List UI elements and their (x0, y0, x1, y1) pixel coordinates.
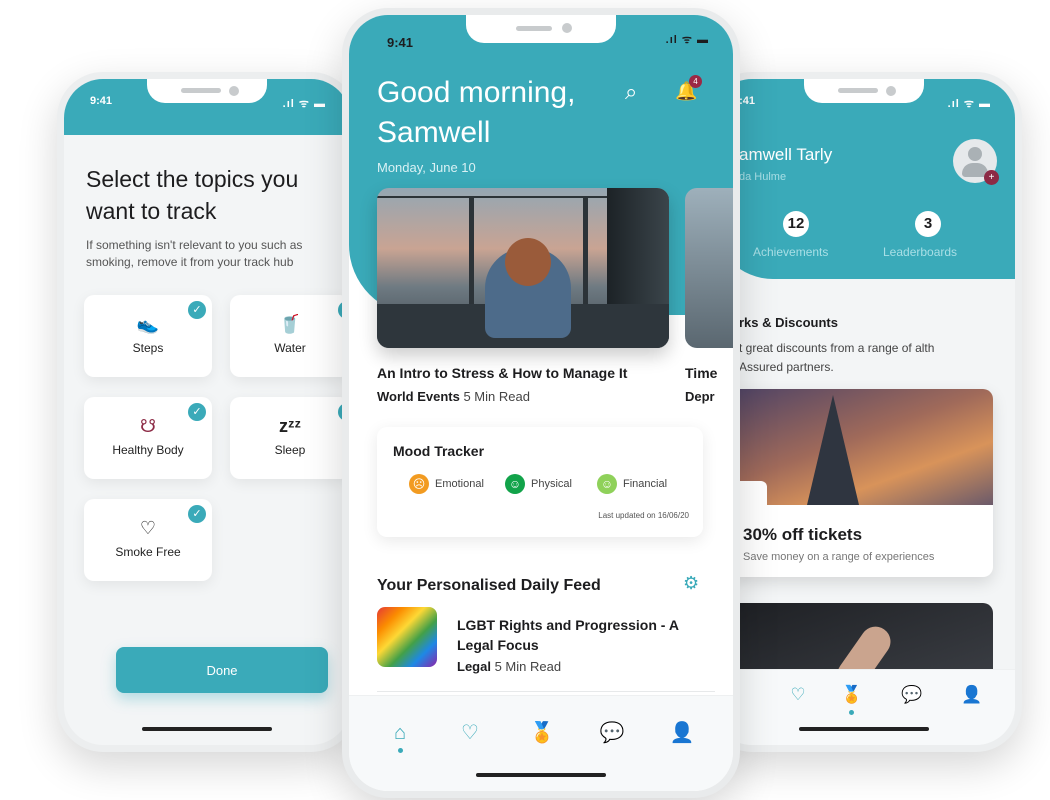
gear-icon[interactable]: ⚙ (683, 573, 699, 594)
topic-label: Water (274, 341, 306, 355)
mood-emotional[interactable]: ☹ Emotional (409, 473, 484, 495)
smile-face-icon: ☺ (505, 474, 525, 495)
status-time: 9:41 (387, 35, 414, 50)
body-icon: ☋ (140, 416, 156, 436)
done-button[interactable]: Done (116, 647, 328, 693)
achievements-label: Achievements (753, 245, 829, 259)
profile-icon[interactable]: 👤 (959, 682, 985, 708)
leaderboards-count[interactable]: 3 (915, 211, 941, 237)
frown-face-icon: ☹ (409, 474, 429, 495)
phone-notch (147, 79, 267, 103)
article-meta: World Events 5 Min Read (377, 389, 530, 404)
article-category-second: Depr (685, 389, 715, 404)
award-icon[interactable]: 🏅 (839, 682, 865, 708)
topic-card-healthy-body[interactable]: ☋ Healthy Body ✓ (84, 397, 212, 479)
signal-wifi-battery-icon: .ıl ᯤ ▬ (947, 98, 991, 110)
feed-item-meta: Legal 5 Min Read (457, 659, 561, 674)
signal-wifi-battery-icon: .ıl ᯤ ▬ (665, 34, 709, 46)
topic-label: Steps (132, 341, 164, 355)
zzz-icon: zᶻᶻ (278, 416, 301, 436)
profile-icon[interactable]: 👤 (667, 718, 697, 748)
active-tab-indicator (849, 710, 854, 715)
mood-label: Financial (623, 478, 668, 490)
offer-image (729, 389, 993, 505)
award-icon[interactable]: 🏅 (527, 718, 557, 748)
mood-updated-label: Last updated on 16/06/20 (598, 511, 689, 520)
page-subtitle: If something isn't relevant to you such … (86, 238, 303, 269)
glass-icon: 🥤 (278, 314, 302, 334)
home-indicator (476, 773, 606, 777)
topic-label: Smoke Free (115, 545, 181, 559)
article-title-second[interactable]: Time (685, 365, 717, 381)
topic-card-smoke-free[interactable]: ♡ Smoke Free ✓ (84, 499, 212, 581)
topic-card-steps[interactable]: 👟 Steps ✓ (84, 295, 212, 377)
tab-bar: ⌂ ♡ 🏅 💬 👤 (349, 695, 733, 791)
shoe-icon: 👟 (136, 314, 160, 334)
check-icon: ✓ (188, 301, 206, 319)
chat-icon[interactable]: 💬 (597, 718, 627, 748)
offer-card[interactable]: 30% off tickets Save money on a range of… (729, 389, 993, 577)
heart-icon[interactable]: ♡ (455, 718, 485, 748)
topic-label: Healthy Body (112, 443, 184, 457)
page-title: Select the topics you want to track (86, 166, 299, 224)
avatar[interactable]: + (953, 139, 999, 185)
mood-tracker-title: Mood Tracker (393, 443, 485, 459)
mood-financial[interactable]: ☺ Financial (597, 473, 667, 495)
home-indicator (799, 727, 929, 731)
article-image-second[interactable] (685, 188, 733, 348)
chat-icon[interactable]: 💬 (899, 682, 925, 708)
phone-notch (804, 79, 924, 103)
phone-notch (466, 15, 616, 43)
phone-home-feed: 9:41 .ıl ᯤ ▬ Good morning, Samwell Monda… (342, 8, 740, 798)
perks-title: rks & Discounts (739, 315, 838, 330)
heart-icon: ♡ (139, 518, 157, 538)
heart-icon[interactable]: ♡ (785, 682, 811, 708)
tab-bar: ⌂ ♡ 🏅 💬 👤 (713, 669, 1015, 745)
mood-label: Physical (531, 478, 572, 490)
article-image[interactable] (377, 188, 669, 348)
article-title[interactable]: An Intro to Stress & How to Manage It (377, 365, 627, 381)
home-icon[interactable]: ⌂ (385, 718, 415, 748)
topic-card-sleep[interactable]: zᶻᶻ Sleep ✓ (230, 397, 350, 479)
feed-item-thumbnail[interactable] (377, 607, 437, 667)
mood-tracker-card[interactable]: Mood Tracker ☹ Emotional ☺ Physical ☺ Finan… (377, 427, 703, 537)
topic-card-water[interactable]: 🥤 Water ✓ (230, 295, 350, 377)
date-label: Monday, June 10 (377, 160, 476, 175)
article-read-time: 5 Min Read (463, 389, 530, 404)
check-icon: ✓ (188, 505, 206, 523)
topic-label: Sleep (274, 443, 306, 457)
app-showcase: 9:41 .ıl ᯤ ▬ Select the topics you want … (0, 0, 1050, 800)
article-category: World Events (377, 389, 460, 404)
search-icon[interactable]: ⌕ (625, 79, 637, 105)
smile-face-icon: ☺ (597, 474, 617, 495)
achievements-count[interactable]: 12 (783, 211, 809, 237)
feed-item-title[interactable]: LGBT Rights and Progression - A Legal Fo… (457, 615, 707, 655)
feed-title: Your Personalised Daily Feed (377, 577, 601, 594)
status-time: 9:41 (90, 95, 113, 107)
mood-physical[interactable]: ☺ Physical (505, 473, 572, 495)
add-photo-icon[interactable]: + (984, 170, 999, 185)
notification-badge: 4 (689, 75, 702, 88)
profile-name: amwell Tarly (739, 145, 833, 164)
offer-title: 30% off tickets (743, 525, 863, 544)
active-tab-indicator (398, 748, 403, 753)
offer-subtitle: Save money on a range of experiences (743, 551, 935, 563)
signal-wifi-battery-icon: .ıl ᯤ ▬ (282, 98, 326, 110)
phone-profile: 9:41 .ıl ᯤ ▬ amwell Tarly da Hulme + 12 … (706, 72, 1022, 752)
mood-label: Emotional (435, 478, 484, 490)
leaderboards-label: Leaderboards (883, 245, 958, 259)
feed-item-category: Legal (457, 659, 491, 674)
check-icon: ✓ (188, 403, 206, 421)
perks-description: t great discounts from a range of alth A… (739, 341, 935, 374)
home-indicator (142, 727, 272, 731)
greeting-title: Good morning, Samwell (377, 76, 576, 149)
divider (377, 691, 715, 692)
feed-item-read-time: 5 Min Read (494, 659, 562, 674)
profile-location: da Hulme (739, 171, 787, 183)
phone-topic-selection: 9:41 .ıl ᯤ ▬ Select the topics you want … (57, 72, 357, 752)
